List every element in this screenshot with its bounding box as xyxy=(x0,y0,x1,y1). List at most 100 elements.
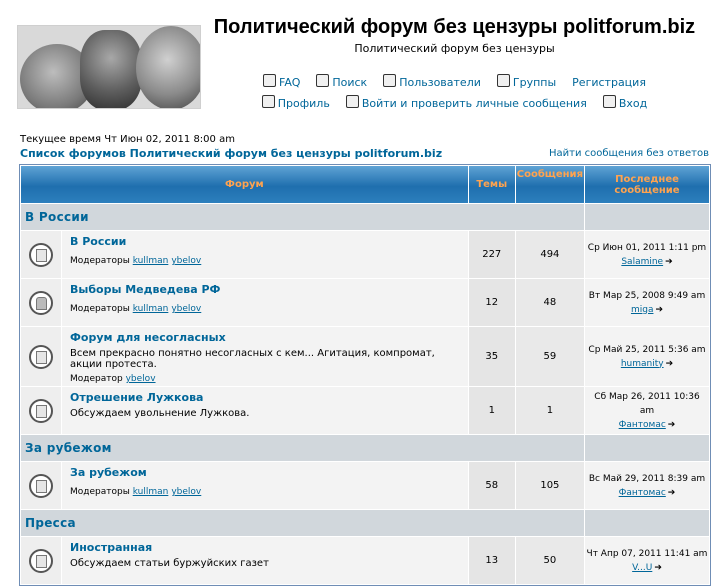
moderators-label: Модераторы xyxy=(70,304,130,314)
moderators-label: Модераторы xyxy=(70,487,130,497)
unanswered-posts-link[interactable]: Найти сообщения без ответов xyxy=(549,148,709,159)
last-post-date: Ср Май 25, 2011 5:36 am xyxy=(588,344,706,355)
last-post-cell: Ср Май 25, 2011 5:36 am humanity ➔ xyxy=(585,327,709,386)
view-latest-post-icon[interactable]: ➔ xyxy=(654,561,662,575)
moderator-link[interactable]: kullman xyxy=(133,304,169,314)
menu-item-users[interactable]: Пользователи xyxy=(383,74,481,89)
menu-item-register[interactable]: Регистрация xyxy=(572,76,646,89)
last-post-cell: Сб Мар 26, 2011 10:36 am Фантомас ➔ xyxy=(585,387,709,434)
menu-item-login[interactable]: Вход xyxy=(602,95,648,110)
forum-name-link[interactable]: Форум для несогласных xyxy=(70,331,464,344)
menu-item-messages[interactable]: Войти и проверить личные сообщения xyxy=(345,95,587,110)
menu-item-label: FAQ xyxy=(279,76,301,89)
view-latest-post-icon[interactable]: ➔ xyxy=(665,255,673,269)
forum-column-header: Форум xyxy=(21,166,468,203)
topics-count: 13 xyxy=(468,537,515,584)
forum-locked-icon xyxy=(29,290,53,315)
topics-count: 12 xyxy=(468,279,515,326)
menu-item-label: Регистрация xyxy=(572,76,646,89)
view-latest-post-icon[interactable]: ➔ xyxy=(668,486,676,500)
view-latest-post-icon[interactable]: ➔ xyxy=(666,357,674,371)
forum-info-cell: Форум для несогласных Всем прекрасно поня… xyxy=(62,327,468,386)
topics-count: 35 xyxy=(468,327,515,386)
menu-item-label: Группы xyxy=(512,76,557,89)
view-latest-post-icon[interactable]: ➔ xyxy=(668,418,676,432)
last-post-user-link[interactable]: Фантомас xyxy=(619,488,666,498)
moderator-link[interactable]: ybelov xyxy=(171,487,201,497)
forum-folder-icon xyxy=(29,398,53,423)
profile-icon xyxy=(261,95,275,108)
forum-name-link[interactable]: В России xyxy=(70,235,464,248)
forum-info-cell: Отрешение Лужкова Обсуждаем увольнение Лу… xyxy=(62,387,468,434)
last-post-cell: Вт Мар 25, 2008 9:49 am miga ➔ xyxy=(585,279,709,326)
login-icon xyxy=(602,95,616,108)
last-post-cell: Чт Апр 07, 2011 11:41 am V...U ➔ xyxy=(585,537,709,584)
forum-name-link[interactable]: Иностранная xyxy=(70,541,464,554)
posts-count: 50 xyxy=(515,537,584,584)
topics-count: 227 xyxy=(468,231,515,278)
forum-status-cell xyxy=(21,537,61,584)
posts-count: 48 xyxy=(515,279,584,326)
forum-status-cell xyxy=(21,231,61,278)
main-menu: FAQ Поиск Пользователи Группы Регистрация xyxy=(212,74,697,89)
moderator-link[interactable]: kullman xyxy=(133,256,169,266)
menu-item-label: Профиль xyxy=(277,97,330,110)
forum-name-link[interactable]: Отрешение Лужкова xyxy=(70,391,464,404)
last-post-user-link[interactable]: humanity xyxy=(621,359,664,369)
category-row-filler xyxy=(585,204,709,230)
user-menu: Профиль Войти и проверить личные сообщени… xyxy=(212,95,697,110)
category-row-filler xyxy=(585,510,709,536)
groups-icon xyxy=(496,74,510,87)
users-icon xyxy=(383,74,397,87)
menu-item-label: Войти и проверить личные сообщения xyxy=(361,97,587,110)
topics-count: 1 xyxy=(468,387,515,434)
forum-folder-icon xyxy=(29,344,53,369)
forum-list-table: Форум Темы Сообщения Последнее сообщение… xyxy=(19,164,711,586)
breadcrumb[interactable]: Список форумов Политический форум без це… xyxy=(20,147,442,160)
category-title[interactable]: Пресса xyxy=(21,510,584,536)
forum-name-link[interactable]: За рубежом xyxy=(70,466,464,479)
moderator-link[interactable]: ybelov xyxy=(126,374,156,384)
forum-status-cell xyxy=(21,327,61,386)
category-title[interactable]: За рубежом xyxy=(21,435,584,461)
page-header: Политический форум без цензуры politforu… xyxy=(0,0,727,130)
forum-status-cell xyxy=(21,387,61,434)
forum-description: Обсуждаем статьи буржуйских газет xyxy=(70,558,269,569)
last-post-user-link[interactable]: V...U xyxy=(632,563,652,573)
forum-status-cell xyxy=(21,279,61,326)
forum-info-cell: В России Модераторы kullman ybelov xyxy=(62,231,468,278)
current-time: Текущее время Чт Июн 02, 2011 8:00 am xyxy=(20,134,235,145)
moderator-link[interactable]: ybelov xyxy=(171,256,201,266)
menu-item-profile[interactable]: Профиль xyxy=(261,95,330,110)
forum-status-cell xyxy=(21,462,61,509)
last-post-date: Ср Июн 01, 2011 1:11 pm xyxy=(587,242,707,253)
view-latest-post-icon[interactable]: ➔ xyxy=(655,303,663,317)
category-title[interactable]: В России xyxy=(21,204,584,230)
forum-folder-icon xyxy=(29,548,53,573)
site-logo-image[interactable] xyxy=(17,25,201,109)
menu-item-faq[interactable]: FAQ xyxy=(263,74,300,89)
last-post-user-link[interactable]: miga xyxy=(631,305,654,315)
site-title[interactable]: Политический форум без цензуры politforu… xyxy=(212,16,697,39)
menu-item-groups[interactable]: Группы xyxy=(496,74,557,89)
posts-count: 494 xyxy=(515,231,584,278)
last-post-date: Сб Мар 26, 2011 10:36 am xyxy=(594,391,700,416)
last-post-column-header: Последнее сообщение xyxy=(585,166,709,203)
topics-count: 58 xyxy=(468,462,515,509)
forum-row: В России Модераторы kullman ybelov 227 494 Ср… xyxy=(21,231,709,278)
forum-row: Иностранная Обсуждаем статьи буржуйских г… xyxy=(21,537,709,584)
moderator-link[interactable]: kullman xyxy=(133,487,169,497)
forum-info-cell: Иностранная Обсуждаем статьи буржуйских г… xyxy=(62,537,468,584)
forum-moderators: Модератор ybelov xyxy=(70,374,464,384)
forum-name-link[interactable]: Выборы Медведева РФ xyxy=(70,283,464,296)
search-icon xyxy=(316,74,330,87)
last-post-user-link[interactable]: Фантомас xyxy=(619,420,666,430)
posts-count: 1 xyxy=(515,387,584,434)
last-post-user-link[interactable]: Salamine xyxy=(621,257,663,267)
last-post-date: Вс Май 29, 2011 8:39 am xyxy=(588,473,706,484)
moderator-link[interactable]: ybelov xyxy=(171,304,201,314)
menu-item-search[interactable]: Поиск xyxy=(316,74,367,89)
forum-moderators: Модераторы kullman ybelov xyxy=(70,304,464,314)
menu-item-label: Вход xyxy=(618,97,648,110)
menu-item-label: Поиск xyxy=(332,76,368,89)
